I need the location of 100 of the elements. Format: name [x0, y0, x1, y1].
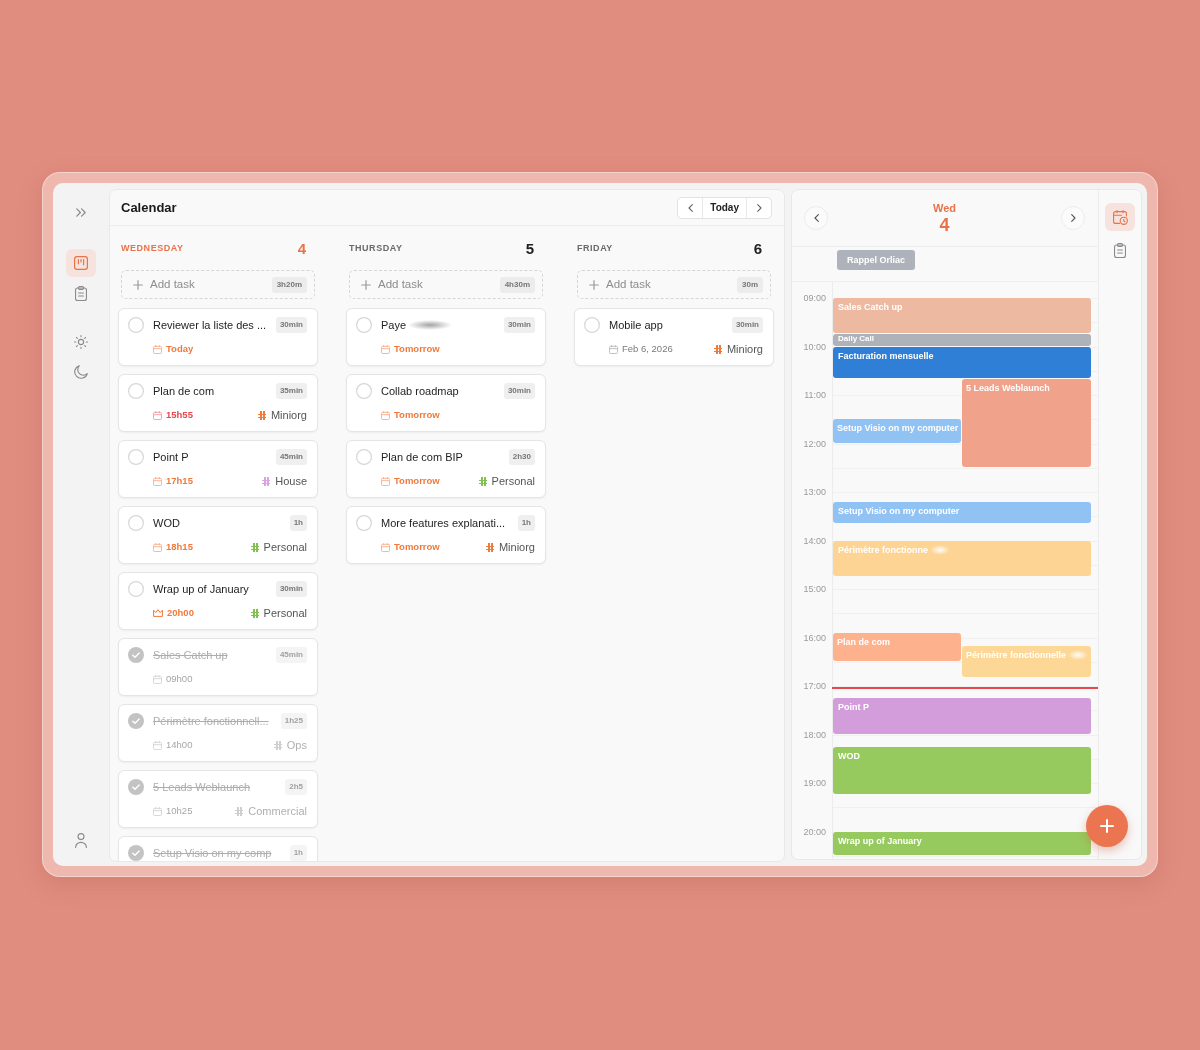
- task-card[interactable]: Paye 30min Tomorrow: [346, 308, 546, 366]
- board-icon: [74, 256, 88, 270]
- checkbox[interactable]: [128, 581, 144, 597]
- moon-icon[interactable]: [74, 365, 88, 379]
- time-label: 13:00: [802, 486, 826, 498]
- clipboard-icon: [75, 285, 87, 301]
- task-card[interactable]: More features explanati... 1h Tomorrow Miniorg: [346, 506, 546, 564]
- due-date: 15h55: [166, 407, 193, 422]
- due-date: 18h15: [166, 539, 193, 554]
- duration-badge: 1h: [289, 515, 307, 531]
- calendar-icon: [381, 542, 390, 552]
- due-date: 17h15: [166, 473, 193, 488]
- checkbox[interactable]: [128, 449, 144, 465]
- calendar-event[interactable]: Setup Visio on my computer: [833, 419, 961, 443]
- previous-day-button[interactable]: [804, 206, 828, 230]
- checkbox[interactable]: [128, 779, 144, 795]
- task-card[interactable]: Setup Visio on my comp 1h: [118, 836, 318, 861]
- task-card[interactable]: 5 Leads Weblaunch 2h5 10h25 Commercial: [118, 770, 318, 828]
- calendar-event[interactable]: Périmètre fonctionnelle: [962, 645, 1091, 677]
- time-label: 15:00: [802, 583, 826, 595]
- chevrons-right-icon[interactable]: [76, 208, 86, 217]
- calendar-event[interactable]: Facturation mensuelle: [833, 346, 1091, 378]
- task-card[interactable]: Wrap up of January 30min 20h00 Personal: [118, 572, 318, 630]
- task-title: Sales Catch up: [153, 648, 228, 662]
- task-card[interactable]: Sales Catch up 45min 09h00: [118, 638, 318, 696]
- add-task-button[interactable]: Add task: [361, 275, 423, 294]
- time-label: 19:00: [802, 777, 826, 789]
- sun-icon[interactable]: [74, 335, 88, 349]
- due-date: Feb 6, 2026: [622, 341, 673, 356]
- checkbox[interactable]: [356, 515, 372, 531]
- checkbox[interactable]: [128, 515, 144, 531]
- checkbox[interactable]: [128, 317, 144, 333]
- task-title: Setup Visio on my comp: [153, 846, 272, 860]
- tag-label: Miniorg: [498, 539, 535, 555]
- today-button[interactable]: Today: [702, 197, 747, 218]
- task-title: Wrap up of January: [153, 582, 249, 596]
- due-date: Today: [166, 341, 194, 356]
- task-card[interactable]: Collab roadmap 30min Tomorrow: [346, 374, 546, 432]
- sidebar-button[interactable]: [1105, 203, 1135, 231]
- plus-icon: [133, 279, 143, 290]
- time-label: 10:00: [802, 340, 826, 353]
- task-card[interactable]: Plan de com 35min 15h55 Miniorg: [118, 374, 318, 432]
- calendar-event[interactable]: Périmètre fonctionne: [833, 540, 1091, 576]
- task-card[interactable]: Point P 45min 17h15 House: [118, 440, 318, 498]
- sidebar-button[interactable]: [66, 249, 96, 277]
- calendar-event[interactable]: WOD: [833, 746, 1091, 795]
- add-task-button[interactable]: Add task: [133, 275, 195, 294]
- tag-label: Miniorg: [726, 341, 763, 357]
- calendar-event[interactable]: Daily Call: [833, 334, 1091, 346]
- time-label: 20:00: [802, 825, 826, 838]
- total-duration-badge: 30m: [737, 276, 763, 293]
- all-day-event[interactable]: Rappel Orliac: [837, 250, 916, 270]
- chevron-right-icon: [1070, 214, 1076, 222]
- day-name: THURSDAY: [349, 242, 403, 256]
- task-card[interactable]: Mobile app 30min Feb 6, 2026 Miniorg: [574, 308, 774, 366]
- calendar-icon: [609, 344, 618, 354]
- due-date: Tomorrow: [394, 473, 440, 488]
- duration-badge: 45min: [275, 647, 307, 663]
- plus-icon: [589, 279, 599, 290]
- time-label: 18:00: [802, 728, 826, 741]
- due-date: Tomorrow: [394, 407, 440, 422]
- checkbox[interactable]: [356, 383, 372, 399]
- calendar-event[interactable]: Point P: [833, 698, 1091, 734]
- task-card[interactable]: Plan de com BIP 2h30 Tomorrow Personal: [346, 440, 546, 498]
- crown-icon: [153, 609, 163, 617]
- user-icon[interactable]: [75, 833, 87, 848]
- duration-badge: 1h: [289, 845, 307, 861]
- checkbox[interactable]: [356, 449, 372, 465]
- calendar-event[interactable]: Setup Visio on my computer: [833, 501, 1091, 524]
- task-title: WOD: [153, 516, 180, 530]
- calendar-event[interactable]: Plan de com: [833, 633, 961, 661]
- duration-badge: 30min: [503, 317, 535, 333]
- duration-badge: 30min: [275, 317, 307, 333]
- checkbox[interactable]: [128, 713, 144, 729]
- calendar-icon: [153, 740, 162, 750]
- add-task-button[interactable]: Add task: [589, 275, 651, 294]
- calendar-event[interactable]: 5 Leads Weblaunch: [962, 378, 1091, 467]
- day-number: 4: [297, 238, 306, 259]
- tag-label: House: [275, 473, 307, 489]
- checkbox[interactable]: [128, 647, 144, 663]
- time-label: 09:00: [802, 292, 826, 304]
- day-name: Wed: [933, 201, 956, 215]
- day-name: WEDNESDAY: [121, 242, 184, 256]
- task-card[interactable]: Reviewer la liste des ... 30min Today: [118, 308, 318, 366]
- task-title: Périmètre fonctionnell...: [153, 714, 269, 728]
- calendar-icon: [381, 410, 390, 420]
- day-number: 5: [525, 238, 534, 259]
- calendar-event[interactable]: Wrap up of January: [833, 831, 1091, 855]
- next-day-button[interactable]: [1061, 206, 1085, 230]
- checkbox[interactable]: [356, 317, 372, 333]
- checkbox[interactable]: [584, 317, 600, 333]
- duration-badge: 2h30: [508, 449, 535, 465]
- duration-badge: 1h: [517, 515, 535, 531]
- task-card[interactable]: WOD 1h 18h15 Personal: [118, 506, 318, 564]
- calendar-event[interactable]: Sales Catch up: [833, 298, 1091, 334]
- duration-badge: 30min: [731, 317, 763, 333]
- tag-label: Miniorg: [270, 407, 307, 423]
- checkbox[interactable]: [128, 383, 144, 399]
- task-card[interactable]: Périmètre fonctionnell... 1h25 14h00 Ops: [118, 704, 318, 762]
- checkbox[interactable]: [128, 845, 144, 861]
